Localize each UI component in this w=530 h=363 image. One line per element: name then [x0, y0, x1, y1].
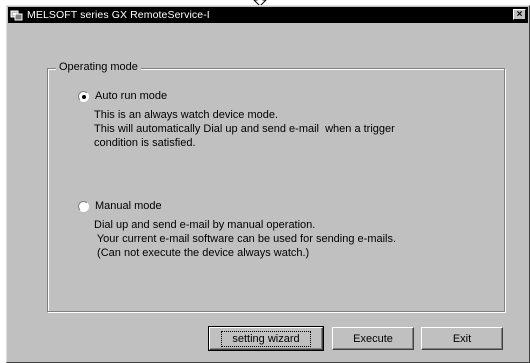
manual-mode-option[interactable]: Manual mode: [78, 200, 162, 212]
manual-mode-description: Dial up and send e-mail by manual operat…: [94, 219, 397, 259]
setting-wizard-button[interactable]: setting wizard: [208, 326, 324, 351]
app-icon: [10, 10, 23, 21]
auto-run-mode-radio[interactable]: [78, 90, 89, 102]
setting-wizard-label: setting wizard: [221, 330, 311, 347]
execute-button[interactable]: Execute: [332, 327, 414, 350]
operating-mode-group: Operating mode Auto run mode This is an …: [47, 61, 505, 312]
auto-run-mode-option[interactable]: Auto run mode: [78, 90, 167, 102]
operating-mode-legend: Operating mode: [56, 61, 141, 73]
window-title: MELSOFT series GX RemoteService-I: [27, 9, 210, 21]
title-bar[interactable]: MELSOFT series GX RemoteService-I ×: [8, 7, 528, 23]
auto-run-mode-label: Auto run mode: [95, 90, 168, 102]
close-button[interactable]: ×: [513, 9, 526, 20]
exit-button[interactable]: Exit: [421, 327, 503, 350]
manual-mode-radio[interactable]: [78, 200, 89, 212]
manual-mode-label: Manual mode: [95, 200, 162, 212]
remote-service-window: MELSOFT series GX RemoteService-I × Oper…: [6, 5, 530, 363]
auto-run-mode-description: This is an always watch device mode. Thi…: [94, 109, 395, 149]
